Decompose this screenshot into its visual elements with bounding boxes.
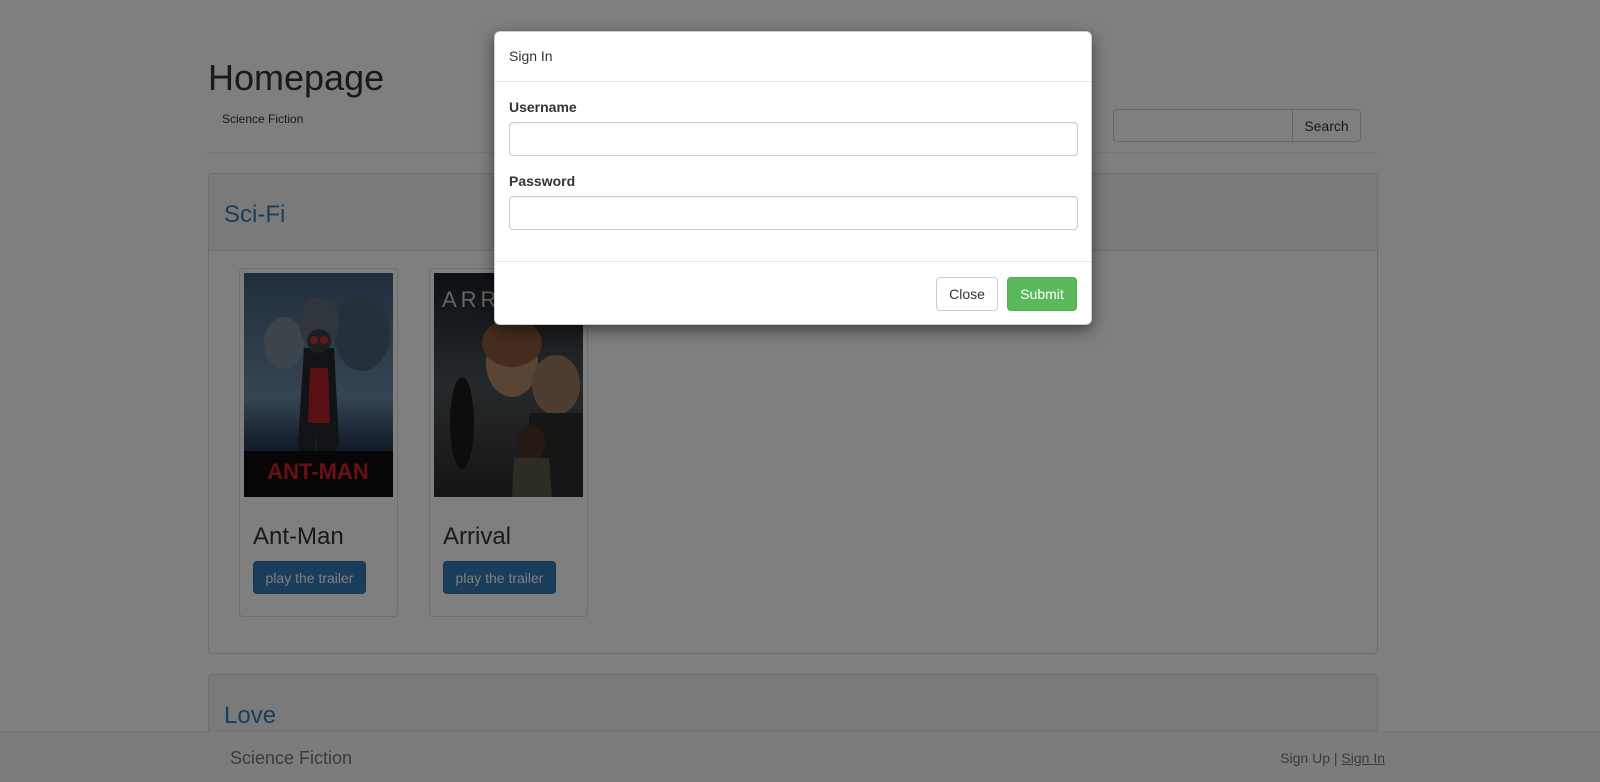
submit-button[interactable]: Submit — [1007, 277, 1077, 311]
signin-modal: Sign In Username Password Close Submit — [494, 31, 1092, 325]
modal-footer: Close Submit — [495, 261, 1091, 325]
modal-title: Sign In — [509, 48, 553, 64]
modal-header: Sign In — [495, 32, 1091, 82]
modal-body: Username Password — [495, 82, 1091, 261]
password-field[interactable] — [509, 196, 1078, 230]
username-field[interactable] — [509, 122, 1078, 156]
password-label: Password — [509, 173, 576, 189]
close-button[interactable]: Close — [936, 277, 998, 311]
username-label: Username — [509, 99, 577, 115]
